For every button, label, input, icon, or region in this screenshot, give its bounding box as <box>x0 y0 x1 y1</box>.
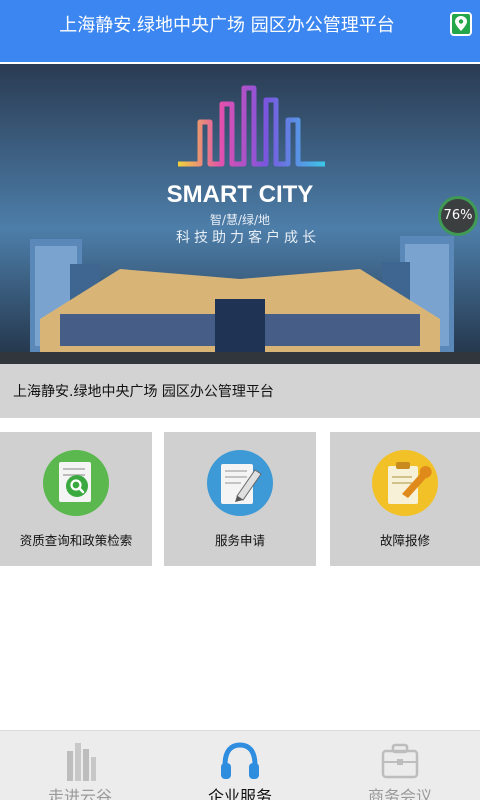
service-label: 服务申请 <box>214 533 265 548</box>
progress-badge: 76% <box>438 196 478 236</box>
banner-slogan: 科技助力客户成长 <box>176 229 320 246</box>
tab-label: 商务会议 <box>367 787 432 800</box>
building-icon <box>57 737 103 783</box>
wrench-clipboard-icon <box>372 450 438 516</box>
logo-text: SMART CITY <box>167 181 314 208</box>
service-tile-qualification[interactable]: 资质查询和政策检索 <box>0 432 152 566</box>
app-header: 上海静安.绿地中央广场 园区办公管理平台 <box>0 0 480 62</box>
service-tile-repair[interactable]: 故障报修 <box>330 432 480 566</box>
map-pin-glyph <box>455 16 467 31</box>
service-label: 资质查询和政策检索 <box>19 533 133 548</box>
tab-enterprise-service[interactable]: 企业服务 <box>160 731 320 800</box>
logo-subtitle: 智/慧/绿/地 <box>210 212 270 227</box>
page-title: 上海静安.绿地中央广场 园区办公管理平台 <box>59 15 395 36</box>
service-label: 故障报修 <box>379 533 430 548</box>
tab-label: 走进云谷 <box>47 787 112 800</box>
tab-business-meeting[interactable]: 商务会议 <box>320 731 480 800</box>
service-grid: 资质查询和政策检索 服务申请 故障报修 <box>0 432 480 566</box>
map-pin-icon[interactable] <box>450 12 472 36</box>
service-tile-application[interactable]: 服务申请 <box>164 432 316 566</box>
headphones-icon <box>217 737 263 783</box>
pen-document-icon <box>207 450 273 516</box>
bottom-tab-bar: 走进云谷 企业服务 商务会议 <box>0 730 480 800</box>
tab-label: 企业服务 <box>207 787 272 800</box>
search-document-icon <box>43 450 109 516</box>
banner-caption: 上海静安.绿地中央广场 园区办公管理平台 <box>0 364 480 418</box>
banner-illustration: SMART CITY 智/慧/绿/地 科技助力客户成长 <box>0 64 480 364</box>
caption-text: 上海静安.绿地中央广场 园区办公管理平台 <box>13 384 274 400</box>
briefcase-icon <box>377 737 423 783</box>
hero-banner[interactable]: SMART CITY 智/慧/绿/地 科技助力客户成长 76% <box>0 64 480 364</box>
tab-enter-valley[interactable]: 走进云谷 <box>0 731 160 800</box>
